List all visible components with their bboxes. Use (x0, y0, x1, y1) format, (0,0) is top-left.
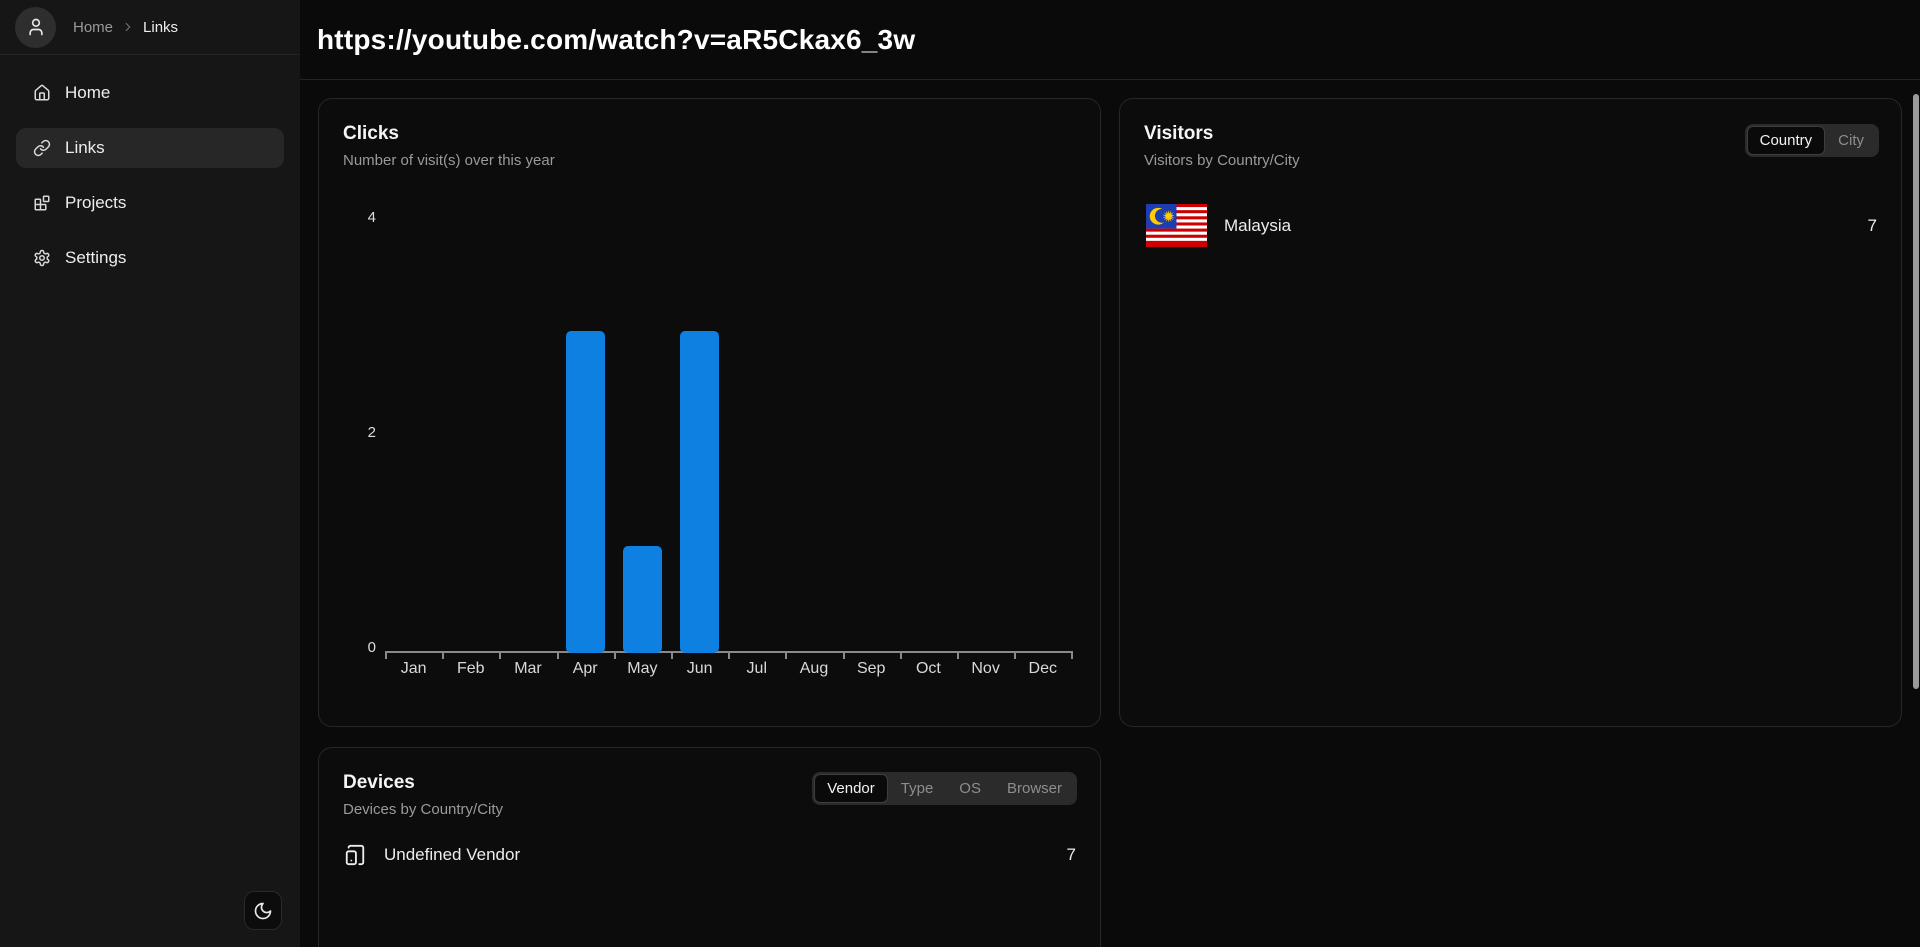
clicks-bar-chart: 0 2 4 JanFebMarAprMayJunJulAugSepOctNovDec (319, 99, 1100, 726)
device-row: Undefined Vendor 7 (343, 838, 1076, 872)
month-label: Apr (557, 660, 614, 678)
sidebar-item-label: Home (65, 83, 110, 103)
card-subtitle: Devices by Country/City (343, 801, 503, 818)
main-header: https://youtube.com/watch?v=aR5Ckax6_3w (300, 0, 1920, 80)
link-icon (33, 139, 51, 157)
x-axis-tick (1071, 653, 1073, 659)
chevron-right-icon (121, 20, 135, 34)
devices-card: Devices Devices by Country/City Vendor T… (318, 747, 1101, 947)
month-label: Mar (499, 660, 556, 678)
devices-card-header: Devices Devices by Country/City (343, 772, 503, 818)
x-axis-tick (442, 653, 444, 659)
user-icon (26, 17, 46, 37)
devices-toggle: Vendor Type OS Browser (812, 772, 1077, 805)
chart-bar-may (623, 546, 662, 654)
breadcrumb-current: Links (143, 19, 178, 36)
chart-bar-jun (680, 331, 719, 654)
sidebar-item-settings[interactable]: Settings (16, 238, 284, 278)
month-label: Dec (1014, 660, 1071, 678)
toggle-option-country[interactable]: Country (1747, 126, 1826, 155)
house-icon (33, 84, 51, 102)
theme-toggle-button[interactable] (244, 891, 282, 930)
sidebar-item-links[interactable]: Links (16, 128, 284, 168)
sidebar-item-label: Links (65, 138, 105, 158)
visitors-toggle: Country City (1745, 124, 1879, 157)
clicks-card: Clicks Number of visit(s) over this year… (318, 98, 1101, 727)
toggle-option-vendor[interactable]: Vendor (814, 774, 888, 803)
card-title: Visitors (1144, 123, 1300, 145)
x-axis-tick (728, 653, 730, 659)
toggle-option-browser[interactable]: Browser (994, 774, 1075, 803)
card-title: Devices (343, 772, 503, 794)
sidebar-header: Home Links (0, 0, 300, 55)
toggle-option-type[interactable]: Type (888, 774, 947, 803)
x-axis-tick (557, 653, 559, 659)
month-label: Oct (900, 660, 957, 678)
month-label: Jul (728, 660, 785, 678)
x-axis-tick (957, 653, 959, 659)
page-title: https://youtube.com/watch?v=aR5Ckax6_3w (317, 24, 915, 56)
gear-icon (33, 249, 51, 267)
x-axis-tick (385, 653, 387, 659)
sidebar-item-label: Projects (65, 193, 126, 213)
device-vendor-label: Undefined Vendor (384, 845, 520, 865)
month-label: May (614, 660, 671, 678)
sidebar-item-label: Settings (65, 248, 126, 268)
scrollbar[interactable] (1913, 94, 1919, 689)
y-axis-tick-label: 2 (326, 424, 376, 441)
toggle-option-os[interactable]: OS (946, 774, 994, 803)
sidebar: Home Links Home Links (0, 0, 300, 947)
month-label: Feb (442, 660, 499, 678)
visitor-count: 7 (1868, 216, 1877, 236)
visitor-country-label: Malaysia (1224, 216, 1291, 236)
content-area: Clicks Number of visit(s) over this year… (300, 80, 1920, 947)
month-label: Jun (671, 660, 728, 678)
month-label: Sep (843, 660, 900, 678)
breadcrumb: Home Links (73, 19, 178, 36)
month-label: Nov (957, 660, 1014, 678)
x-axis-tick (671, 653, 673, 659)
sidebar-item-projects[interactable]: Projects (16, 183, 284, 223)
x-axis-tick (843, 653, 845, 659)
visitors-card: Visitors Visitors by Country/City Countr… (1119, 98, 1902, 727)
visitor-row: Malaysia 7 (1144, 203, 1877, 248)
x-axis-tick (614, 653, 616, 659)
moon-icon (253, 901, 273, 921)
visitors-card-header: Visitors Visitors by Country/City (1144, 123, 1300, 169)
blocks-icon (33, 194, 51, 212)
tablet-smartphone-icon (344, 843, 366, 867)
y-axis-tick-label: 0 (326, 639, 376, 656)
sidebar-item-home[interactable]: Home (16, 73, 284, 113)
avatar[interactable] (15, 7, 56, 48)
x-axis-tick (785, 653, 787, 659)
main-area: https://youtube.com/watch?v=aR5Ckax6_3w … (300, 0, 1920, 947)
x-axis-tick (900, 653, 902, 659)
malaysia-flag-icon (1146, 204, 1207, 247)
x-axis-tick (499, 653, 501, 659)
sidebar-nav: Home Links Projects (0, 55, 300, 278)
toggle-option-city[interactable]: City (1825, 126, 1877, 155)
breadcrumb-home[interactable]: Home (73, 19, 113, 36)
card-subtitle: Visitors by Country/City (1144, 152, 1300, 169)
device-count: 7 (1067, 845, 1076, 865)
chart-bar-apr (566, 331, 605, 654)
y-axis-tick-label: 4 (326, 209, 376, 226)
month-label: Aug (785, 660, 842, 678)
month-label: Jan (385, 660, 442, 678)
x-axis-tick (1014, 653, 1016, 659)
